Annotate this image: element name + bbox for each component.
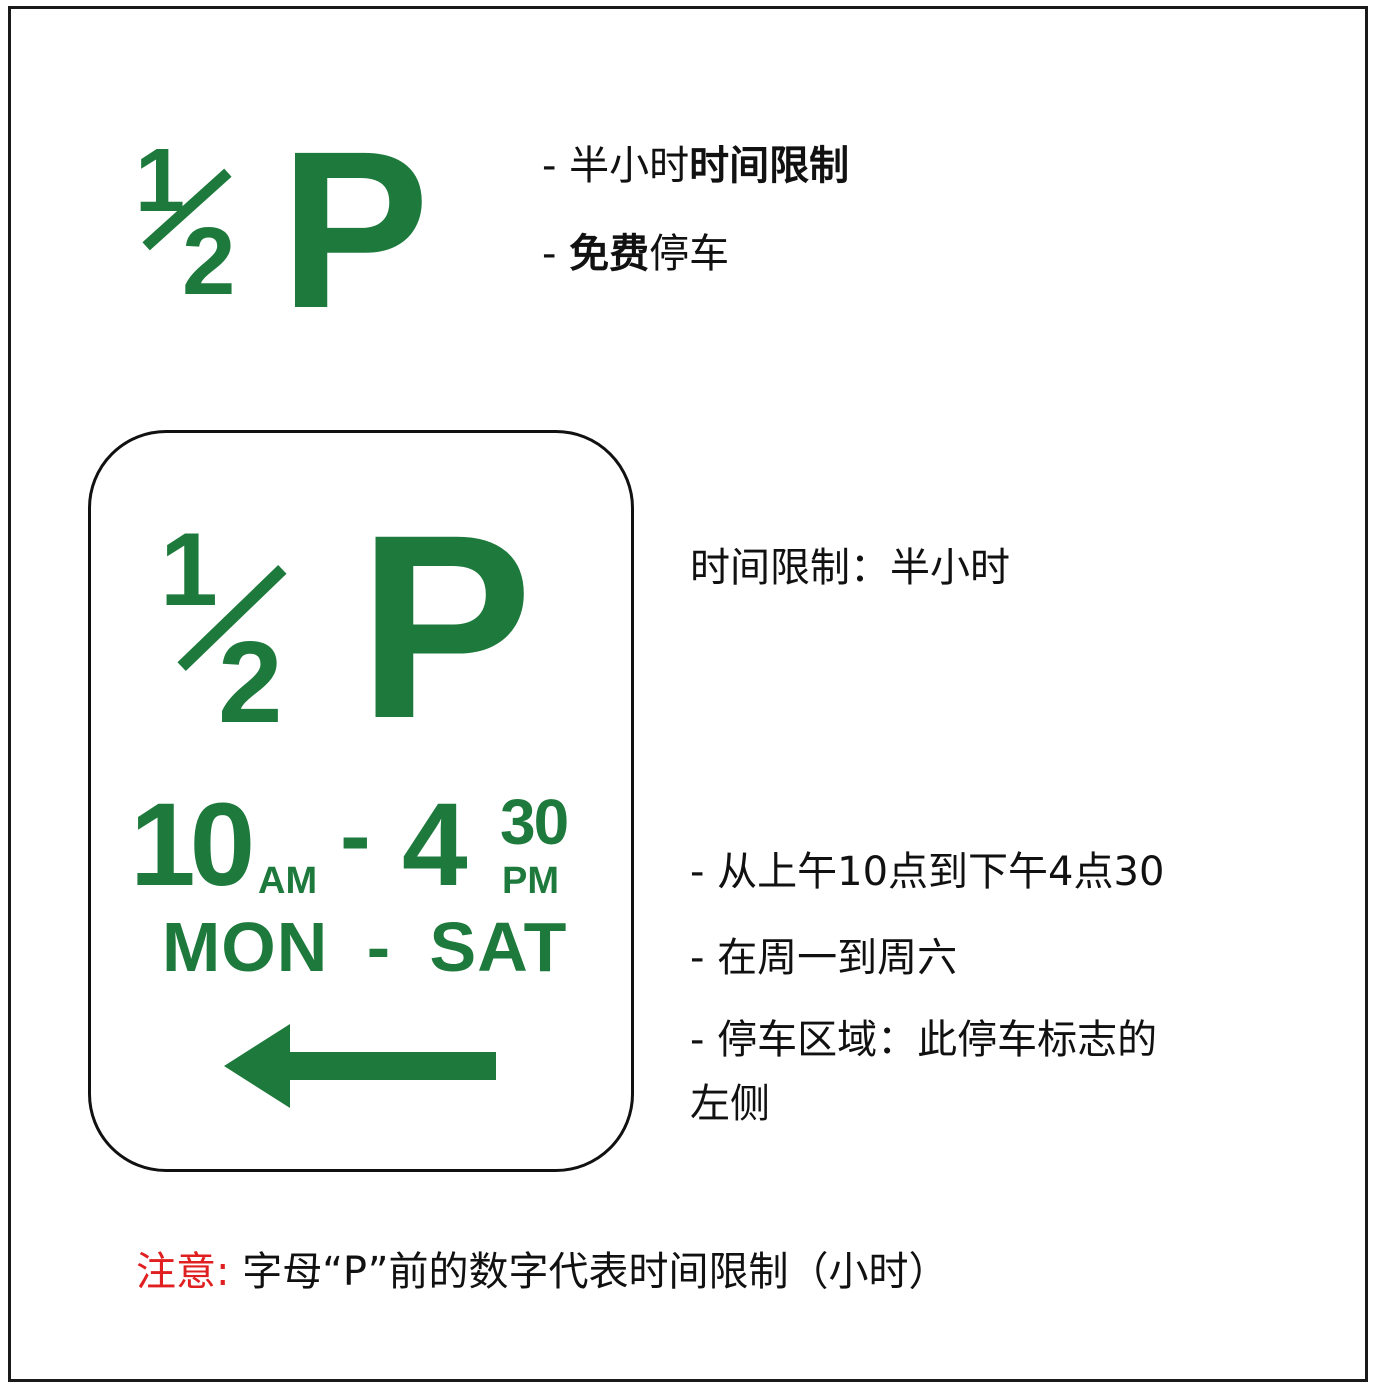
bottom-sign-start-hour: 10 xyxy=(130,779,255,911)
top-sign-letter-p: P xyxy=(280,105,430,355)
top-desc-line-1-bold: 时间限制 xyxy=(689,143,850,189)
top-desc-line-2-prefix: - xyxy=(542,231,570,277)
bottom-sign-numerator: 1 xyxy=(160,512,218,628)
left-arrow-icon xyxy=(224,1024,496,1108)
footer-note: 注意: 字母“P”前的数字代表时间限制（小时） xyxy=(136,1252,949,1292)
top-desc-line-2: - 免费停车 xyxy=(542,234,729,274)
bottom-sign-denominator: 2 xyxy=(218,617,283,747)
bottom-sign-days: MON - SAT xyxy=(162,908,568,986)
bottom-desc-time: - 从上午10点到下午4点30 xyxy=(690,849,1165,895)
bottom-sign-time-dash: - xyxy=(340,785,371,887)
bottom-sign-letter-p: P xyxy=(358,480,533,773)
top-desc-line-2-rest: 停车 xyxy=(649,231,730,277)
bottom-sign-end-period: PM xyxy=(502,860,559,902)
top-desc-line-2-bold: 免费 xyxy=(569,231,650,277)
bottom-desc-zone-2: 左侧 xyxy=(690,1081,770,1127)
bottom-sign-end-minutes: 30 xyxy=(500,786,569,858)
bottom-sign-start-period: AM xyxy=(258,860,318,902)
bottom-desc-days: - 在周一到周六 xyxy=(690,935,958,981)
note-label: 注意: xyxy=(136,1249,230,1295)
top-sign-denominator: 2 xyxy=(182,208,236,315)
bottom-desc-zone-1: - 停车区域：此停车标志的 xyxy=(690,1017,1158,1063)
top-desc-line-1: - 半小时时间限制 xyxy=(542,146,849,186)
top-desc-line-1-prefix: - 半小时 xyxy=(542,143,690,189)
bottom-sign-end-hour: 4 xyxy=(402,779,468,911)
note-text: 字母“P”前的数字代表时间限制（小时） xyxy=(229,1249,949,1295)
bottom-desc-limit: 时间限制：半小时 xyxy=(690,545,1010,591)
